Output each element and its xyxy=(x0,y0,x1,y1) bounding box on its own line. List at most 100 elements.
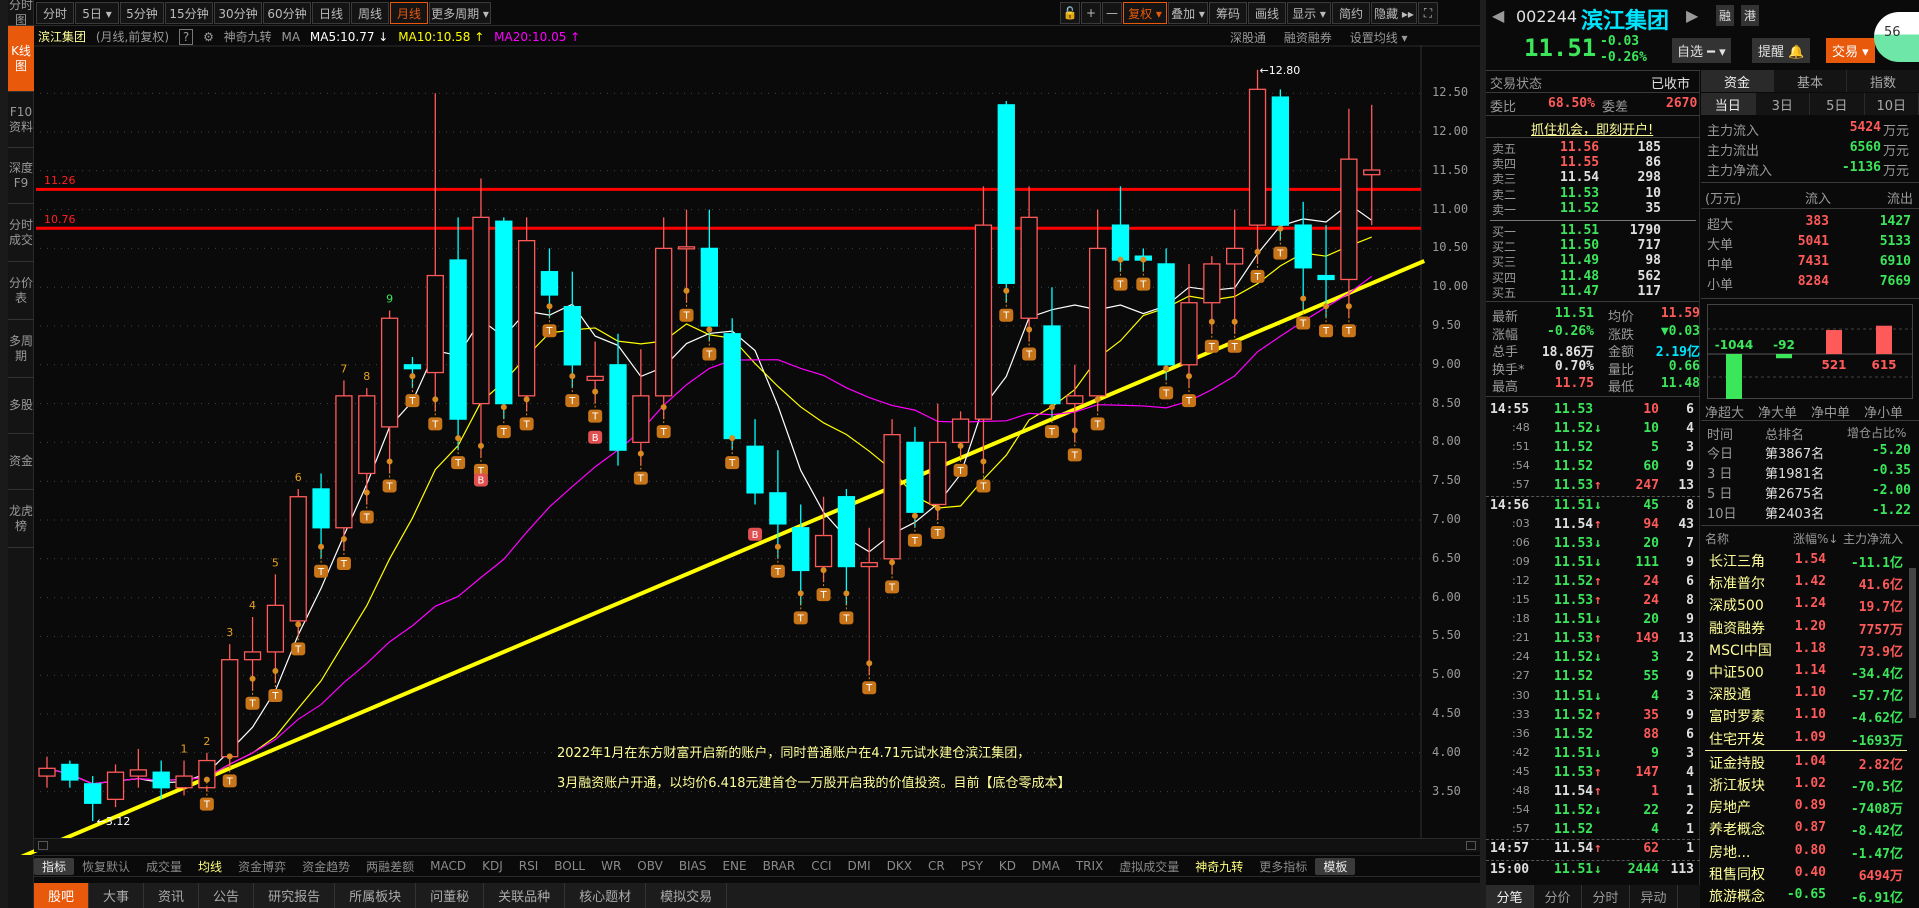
tick-tab-2[interactable]: 分时 xyxy=(1582,885,1630,908)
indicator-tab-9[interactable]: RSI xyxy=(511,859,547,873)
sector-row[interactable]: 证金持股 1.04 2.82亿 xyxy=(1701,752,1907,773)
bottom-tab-0[interactable]: 股吧 xyxy=(34,883,90,908)
indicator-tab-10[interactable]: BOLL xyxy=(546,859,593,873)
indicator-tab-16[interactable]: CCI xyxy=(803,859,839,873)
sgt-link[interactable]: 深股通 xyxy=(1230,31,1266,45)
indicator-tab-15[interactable]: BRAR xyxy=(755,859,804,873)
indicator-tab-22[interactable]: DMA xyxy=(1024,859,1068,873)
indicator-tab-11[interactable]: WR xyxy=(593,859,629,873)
sector-row[interactable]: 浙江板块 1.02 -70.5亿 xyxy=(1701,774,1907,795)
indicator-tab-8[interactable]: KDJ xyxy=(474,859,511,873)
indicator-tab-17[interactable]: DMI xyxy=(840,859,879,873)
trade-status: 已收市 xyxy=(1651,77,1691,92)
bottom-tab-5[interactable]: 所属板块 xyxy=(335,883,417,908)
stat-value: 0.66 xyxy=(1668,358,1700,374)
indicator-tab-26[interactable]: 更多指标 xyxy=(1251,858,1315,875)
bottom-tab-2[interactable]: 资讯 xyxy=(144,883,200,908)
candle xyxy=(997,100,1015,303)
candle-body xyxy=(152,771,170,789)
stat-value: 11.59 xyxy=(1660,306,1700,321)
t-marker-label: T xyxy=(888,582,896,593)
indicator-tab-24[interactable]: 虚拟成交量 xyxy=(1111,858,1187,875)
bottom-tab-4[interactable]: 研究报告 xyxy=(254,883,336,908)
watchlist-button[interactable]: 自选 ━ ▾ xyxy=(1672,38,1731,63)
chart-scrollbar[interactable] xyxy=(34,838,1480,852)
indicator-tab-20[interactable]: PSY xyxy=(953,859,991,873)
gear-icon[interactable]: ⚙ xyxy=(203,30,214,44)
t-marker-label: T xyxy=(454,458,462,469)
funds-tab-2[interactable]: 指数 xyxy=(1847,70,1919,92)
sector-row[interactable]: 标准普尔 1.42 41.6亿 xyxy=(1701,572,1907,593)
tick-count: 43 xyxy=(1678,516,1694,532)
funds-period-3[interactable]: 10日 xyxy=(1864,93,1919,115)
indicator-tab-1[interactable]: 恢复默认 xyxy=(74,858,138,875)
bottom-tab-8[interactable]: 核心题材 xyxy=(565,883,647,908)
sector-row[interactable]: 长江三角 1.54 -11.1亿 xyxy=(1701,550,1907,571)
indicator-tab-7[interactable]: MACD xyxy=(422,859,474,873)
indicator-tab-19[interactable]: CR xyxy=(920,859,953,873)
bottom-tab-9[interactable]: 模拟交易 xyxy=(646,883,728,908)
tick-tab-0[interactable]: 分笔 xyxy=(1486,885,1534,908)
set-ma-link[interactable]: 设置均线 ▾ xyxy=(1350,31,1408,45)
sector-row[interactable]: 富时罗素 1.10 -4.62亿 xyxy=(1701,705,1907,726)
next-stock-icon[interactable]: ▶ xyxy=(1686,6,1698,25)
bottom-tab-6[interactable]: 问董秘 xyxy=(416,883,485,908)
t-marker-label: T xyxy=(500,427,508,438)
funds-period-2[interactable]: 5日 xyxy=(1810,93,1865,115)
funds-tab-1[interactable]: 基本 xyxy=(1774,70,1847,92)
indicator-tab-18[interactable]: DKX xyxy=(879,859,920,873)
increase-ratio: -2.00 xyxy=(1871,483,1911,498)
sector-row[interactable]: 中证500 1.14 -34.4亿 xyxy=(1701,661,1907,682)
prev-stock-icon[interactable]: ◀ xyxy=(1492,6,1504,25)
sector-row[interactable]: 深成500 1.24 19.7亿 xyxy=(1701,594,1907,615)
sector-row[interactable]: 房地产 0.89 -7408万 xyxy=(1701,796,1907,817)
scroll-left-button[interactable] xyxy=(38,841,48,850)
tick-tab-3[interactable]: 异动 xyxy=(1630,885,1678,908)
indicator-tab-25[interactable]: 神奇九转 xyxy=(1187,858,1251,875)
indicator-tab-13[interactable]: BIAS xyxy=(671,859,715,873)
bottom-tab-3[interactable]: 公告 xyxy=(199,883,255,908)
kline-chart[interactable]: T T T T T T T T T T T T T T T T T T T T T T T T T T T T T T T T T T T T T T T T… xyxy=(0,0,1480,855)
sector-row[interactable]: 养老概念 0.87 -8.42亿 xyxy=(1701,818,1907,839)
sector-row[interactable]: 住宅开发 1.09 -1693万 xyxy=(1701,728,1907,749)
alert-button[interactable]: 提醒 🔔 xyxy=(1752,38,1811,63)
help-icon[interactable]: ? xyxy=(178,29,194,45)
sector-row[interactable]: 深股通 1.10 -57.7亿 xyxy=(1701,683,1907,704)
tick-row: :54 11.52 ↓ 22 2 xyxy=(1486,803,1700,821)
sector-row[interactable]: 房地... 0.80 -1.47亿 xyxy=(1701,841,1907,862)
indicator-name[interactable]: 神奇九转 xyxy=(224,30,272,44)
indicator-tab-0[interactable]: 指标 xyxy=(34,857,75,875)
funds-period-0[interactable]: 当日 xyxy=(1701,93,1756,115)
t-marker-label: T xyxy=(1185,396,1193,407)
tick-tab-1[interactable]: 分价 xyxy=(1534,885,1582,908)
scroll-right-button[interactable] xyxy=(1466,841,1476,850)
indicator-tab-12[interactable]: OBV xyxy=(629,859,671,873)
sector-row[interactable]: 租售同权 0.40 6494万 xyxy=(1701,863,1907,884)
indicator-tab-23[interactable]: TRIX xyxy=(1068,859,1111,873)
stock-title: 滨江集团 xyxy=(1581,9,1670,34)
sector-row[interactable]: 融资融券 1.20 7757万 xyxy=(1701,617,1907,638)
indicator-tab-14[interactable]: ENE xyxy=(714,859,754,873)
nine-turn-count: 9 xyxy=(386,292,393,305)
tick-count: 9 xyxy=(1686,707,1694,723)
bottom-tab-7[interactable]: 关联品种 xyxy=(484,883,566,908)
indicator-tab-6[interactable]: 两融差额 xyxy=(358,858,422,875)
floating-badge[interactable]: 56 xyxy=(1874,12,1919,62)
indicator-tab-3[interactable]: 均线 xyxy=(190,858,230,875)
indicator-tab-21[interactable]: KD xyxy=(991,859,1024,873)
funds-period-1[interactable]: 3日 xyxy=(1755,93,1810,115)
open-account-link[interactable]: 抓住机会，即刻开户! xyxy=(1531,119,1653,138)
trade-button[interactable]: 交易 ▾ xyxy=(1826,38,1875,63)
indicator-tab-4[interactable]: 资金博弈 xyxy=(230,858,294,875)
funds-tab-0[interactable]: 资金 xyxy=(1701,70,1774,92)
tick-row: :03 11.54 ↑ 94 43 xyxy=(1486,517,1700,535)
rzrq-link[interactable]: 融资融券 xyxy=(1284,31,1332,45)
sector-row[interactable]: MSCI中国 1.18 73.9亿 xyxy=(1701,639,1907,660)
sector-row[interactable]: 旅游概念 -0.65 -6.91亿 xyxy=(1701,885,1907,906)
sector-scrollbar[interactable] xyxy=(1909,568,1916,718)
indicator-tab-5[interactable]: 资金趋势 xyxy=(294,858,358,875)
indicator-tab-2[interactable]: 成交量 xyxy=(138,858,190,875)
bottom-tab-1[interactable]: 大事 xyxy=(89,883,145,908)
indicator-tab-27[interactable]: 模板 xyxy=(1315,857,1356,875)
net-flow-value: 615 xyxy=(1871,358,1896,372)
